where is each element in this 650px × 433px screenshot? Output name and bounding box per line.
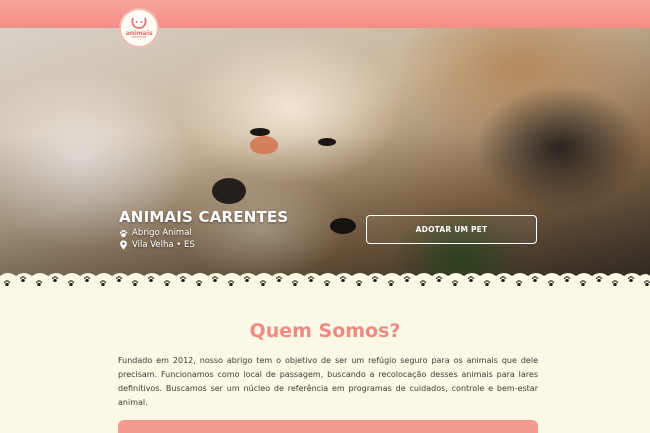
logo-subtext: carentes xyxy=(131,35,147,39)
hero-banner xyxy=(0,28,650,290)
adopt-pet-button[interactable]: ADOTAR UM PET xyxy=(366,215,537,244)
hero-subtitle-row: Abrigo Animal xyxy=(119,228,192,238)
hero-overlay xyxy=(0,28,650,290)
top-bar xyxy=(0,0,650,28)
section-heading-about: Quem Somos? xyxy=(249,320,401,342)
map-pin-icon xyxy=(120,240,127,250)
logo[interactable]: animais carentes xyxy=(119,8,159,48)
paw-icon xyxy=(119,229,128,237)
hero-title: ANIMAIS CARENTES xyxy=(119,208,289,226)
about-paragraph: Fundado em 2012, nosso abrigo tem o obje… xyxy=(118,356,538,407)
logo-mascot-icon xyxy=(131,17,147,29)
content-card xyxy=(118,420,538,433)
hero-location: Vila Velha • ES xyxy=(132,240,195,250)
hero-subtitle: Abrigo Animal xyxy=(132,228,192,238)
paw-border xyxy=(0,273,650,290)
hero-location-row: Vila Velha • ES xyxy=(119,240,195,250)
